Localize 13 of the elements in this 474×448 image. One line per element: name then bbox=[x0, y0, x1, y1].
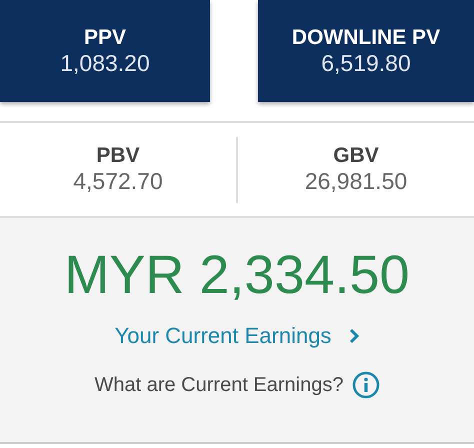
metric-label: DOWNLINE PV bbox=[292, 24, 440, 50]
metric-value: 6,519.80 bbox=[321, 50, 411, 78]
earnings-amount: MYR 2,334.50 bbox=[64, 246, 410, 306]
metric-value: 26,981.50 bbox=[304, 168, 408, 196]
help-question: What are Current Earnings? bbox=[94, 373, 344, 398]
metric-label: PBV bbox=[96, 143, 140, 168]
metric-value: 4,572.70 bbox=[73, 168, 163, 196]
chevron-right-icon bbox=[349, 328, 360, 344]
metric-label: GBV bbox=[333, 143, 379, 168]
metric-label: PPV bbox=[84, 24, 126, 50]
metric-value: 1,083.20 bbox=[60, 50, 150, 78]
info-icon[interactable] bbox=[352, 371, 380, 400]
current-earnings-link[interactable]: Your Current Earnings bbox=[114, 319, 360, 352]
